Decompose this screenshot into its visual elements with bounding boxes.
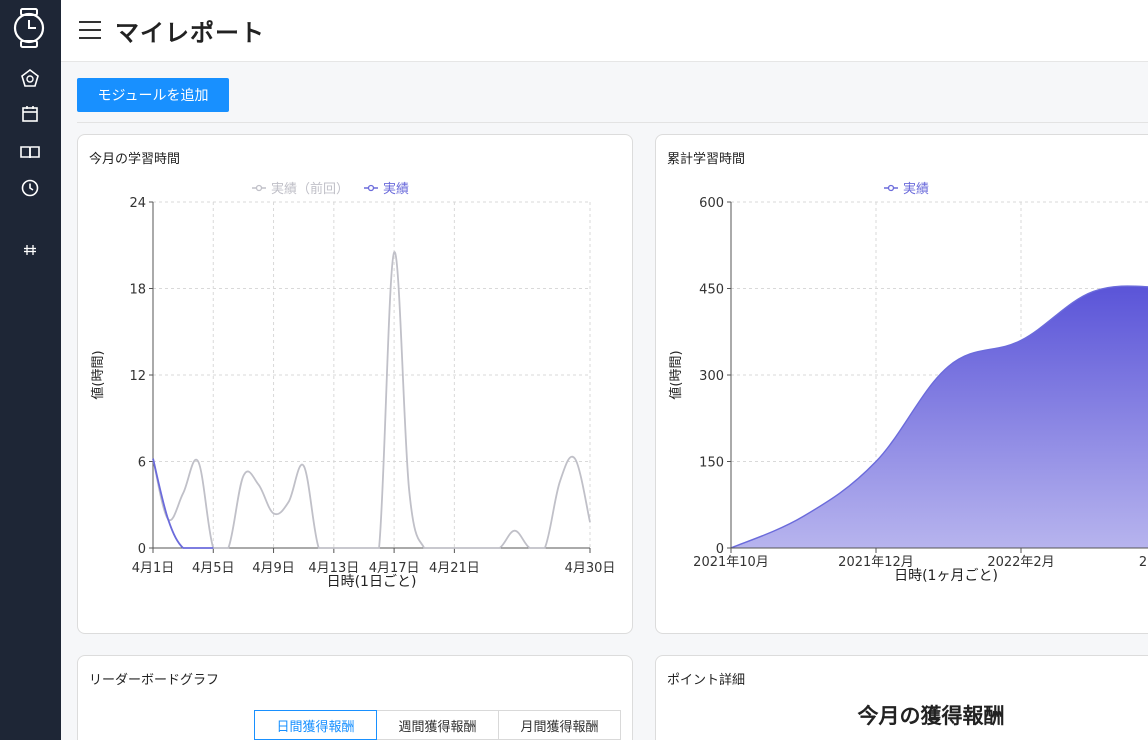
legend-marker xyxy=(255,184,263,192)
y-tick-label: 600 xyxy=(699,196,724,211)
card-title: リーダーボードグラフ xyxy=(89,673,220,688)
card-title: ポイント詳細 xyxy=(667,673,746,688)
menu-icon[interactable] xyxy=(79,21,101,41)
x-tick-label: 2022年4 xyxy=(1139,555,1148,570)
series-line xyxy=(152,251,591,549)
y-axis-label: 値(時間) xyxy=(90,350,106,399)
y-tick-label: 12 xyxy=(129,369,146,384)
x-tick-label: 4月9日 xyxy=(252,561,295,576)
clock-icon[interactable] xyxy=(20,178,40,198)
y-axis-label: 値(時間) xyxy=(668,350,684,399)
x-tick-label: 4月30日 xyxy=(565,561,616,576)
y-tick-label: 0 xyxy=(138,542,146,557)
x-axis-label: 日時(1日ごと) xyxy=(327,574,417,590)
badge-icon[interactable] xyxy=(20,68,40,88)
y-tick-label: 150 xyxy=(699,456,724,471)
tab-monthly-reward[interactable]: 月間獲得報酬 xyxy=(498,710,621,740)
add-module-button[interactable]: モジュールを追加 xyxy=(77,78,229,112)
legend-marker xyxy=(887,184,895,192)
legend-marker xyxy=(367,184,375,192)
divider xyxy=(77,122,1148,123)
points-detail-card: ポイント詳細 今月の獲得報酬 xyxy=(655,655,1148,740)
card-title: 今月の学習時間 xyxy=(89,152,181,167)
y-tick-label: 18 xyxy=(129,283,146,298)
leaderboard-card: リーダーボードグラフ 日間獲得報酬 週間獲得報酬 月間獲得報酬 xyxy=(77,655,633,740)
cumulative-study-card: 累計学習時間 0 150 300 450 600 2021年10月 2021年12月 2022… xyxy=(655,134,1148,634)
legend-label: 実績 xyxy=(383,181,409,197)
series-area xyxy=(731,286,1148,548)
book-icon[interactable] xyxy=(20,142,40,162)
monthly-reward-heading: 今月の獲得報酬 xyxy=(857,704,1005,728)
card-title: 累計学習時間 xyxy=(667,152,746,167)
x-tick-label: 4月5日 xyxy=(192,561,235,576)
tab-weekly-reward[interactable]: 週間獲得報酬 xyxy=(376,710,499,740)
tab-daily-reward[interactable]: 日間獲得報酬 xyxy=(254,710,377,740)
watch-icon[interactable] xyxy=(9,6,49,50)
monthly-study-chart: 061218244月1日 4月5日 4月9日 4月13日 4月17日 4月21日 4月30日… xyxy=(90,181,616,590)
hash-icon[interactable] xyxy=(20,240,40,260)
x-tick-label: 4月21日 xyxy=(429,561,480,576)
y-tick-label: 24 xyxy=(129,196,146,211)
page-header: マイレポート xyxy=(61,0,1148,62)
x-axis-label: 日時(1ヶ月ごと) xyxy=(894,568,998,584)
y-tick-label: 450 xyxy=(699,283,724,298)
x-tick-label: 4月1日 xyxy=(132,561,175,576)
cumulative-study-chart: 01503004506002021年10月2021年12月2022年2月2022… xyxy=(668,181,1148,584)
sidebar xyxy=(0,0,61,740)
y-tick-label: 6 xyxy=(138,456,146,471)
legend-label: 実績 xyxy=(903,181,929,197)
x-tick-label: 2021年10月 xyxy=(693,555,769,570)
legend-label: 実績（前回） xyxy=(271,181,349,197)
monthly-study-card: 今月の学習時間 0 6 12 18 24 4月1日 4月5日 4月9日 4月13日 4月17日 4月… xyxy=(77,134,633,634)
calendar-icon[interactable] xyxy=(20,104,40,124)
page-title: マイレポート xyxy=(115,19,265,47)
y-tick-label: 300 xyxy=(699,369,724,384)
